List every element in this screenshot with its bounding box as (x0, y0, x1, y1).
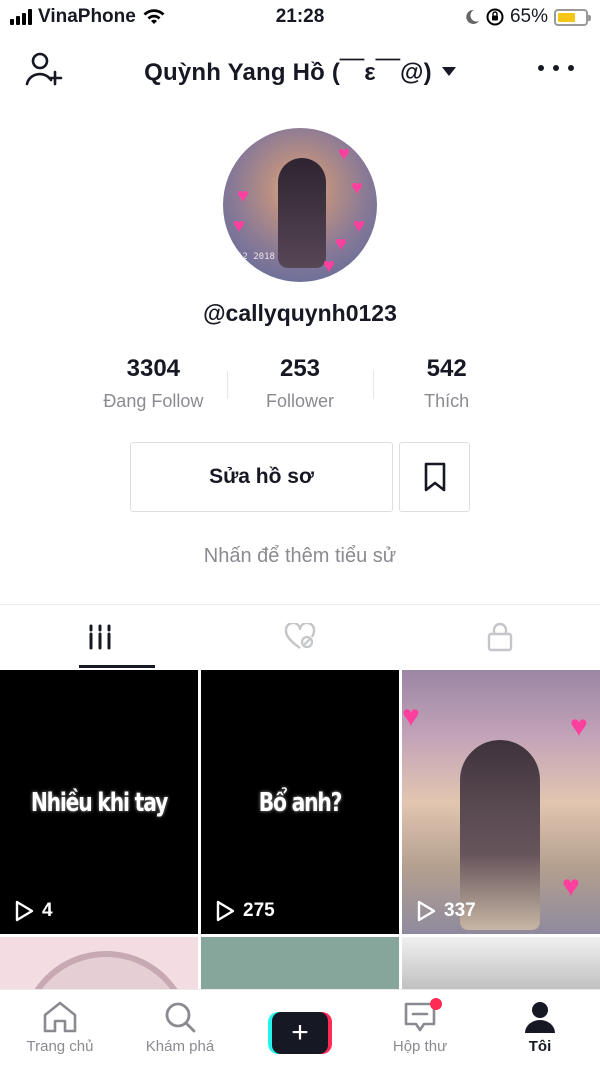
heart-sticker-icon: ♥ (237, 185, 249, 207)
bio-placeholder[interactable]: Nhấn để thêm tiểu sử (0, 545, 600, 568)
heart-sticker-icon: ♥ (353, 215, 365, 237)
stat-value: 253 (279, 355, 321, 382)
nav-label: Khám phá (145, 1038, 215, 1055)
tab-liked[interactable] (200, 605, 400, 668)
play-icon (417, 900, 436, 922)
video-thumbnail[interactable] (402, 937, 600, 993)
play-icon (216, 900, 235, 922)
video-caption: Bổ anh? (258, 788, 343, 818)
stat-label: Đang Follow (103, 391, 204, 411)
heart-sticker-icon: ♥ (570, 710, 588, 743)
avatar[interactable]: ♥ ♥ ♥ ♥ ♥ ♥ ♥ 12 2018 (223, 128, 377, 282)
favorites-button[interactable] (399, 442, 470, 512)
more-icon-dot (568, 65, 574, 71)
heart-sticker-icon: ♥ (351, 177, 363, 199)
avatar-figure (278, 158, 326, 268)
view-count: 337 (416, 900, 476, 922)
stat-value: 3304 (126, 355, 181, 382)
edit-profile-button[interactable]: Sửa hồ sơ (130, 442, 393, 512)
video-thumbnail[interactable]: Nhiều khi tay 4 (0, 670, 198, 934)
create-button[interactable]: + (268, 1012, 332, 1054)
heart-sticker-icon: ♥ (338, 143, 350, 165)
heart-sticker-icon: ♥ (233, 215, 245, 237)
bookmark-icon (424, 462, 445, 492)
nav-label: Hộp thư (392, 1038, 448, 1055)
nav-label: Trang chủ (26, 1038, 94, 1055)
heart-sticker-icon: ♥ (323, 255, 335, 277)
home-icon (43, 1001, 77, 1033)
avatar-date-stamp: 12 2018 (237, 252, 275, 262)
grid-icon (89, 624, 111, 649)
play-icon (15, 900, 34, 922)
stat-following[interactable]: 3304 Đang Follow (80, 355, 227, 412)
profile-header: Quỳnh Yang Hồ (￣ε￣@) (0, 40, 600, 96)
plus-icon: + (272, 1012, 328, 1054)
nav-profile[interactable]: Tôi (480, 990, 600, 1067)
more-options-button[interactable] (538, 54, 574, 82)
battery-fill (558, 12, 575, 22)
stat-followers[interactable]: 253 Follower (226, 355, 374, 412)
chevron-down-icon (441, 66, 456, 76)
video-caption: Nhiều khi tay (30, 788, 168, 818)
view-count: 275 (215, 900, 275, 922)
stat-label: Thích (424, 391, 470, 411)
battery-percent: 65% (509, 6, 548, 27)
page-title: Quỳnh Yang Hồ (￣ε￣@) (144, 59, 432, 86)
search-icon (165, 1002, 196, 1033)
username: @callyquynh0123 (203, 300, 397, 326)
moon-icon (466, 9, 479, 24)
tab-private[interactable] (400, 605, 600, 668)
heart-sticker-icon: ♥ (402, 700, 420, 733)
tab-videos[interactable] (0, 605, 200, 668)
bottom-nav: Trang chủ Khám phá + Hộp thư Tôi (0, 989, 600, 1067)
view-count-value: 337 (444, 900, 476, 921)
heart-sticker-icon: ♥ (335, 233, 347, 255)
nav-create[interactable]: + (240, 990, 360, 1067)
profile-stats: 3304 Đang Follow 253 Follower 542 Thích (80, 355, 520, 412)
video-thumbnail[interactable] (0, 937, 198, 993)
account-switcher[interactable]: Quỳnh Yang Hồ (￣ε￣@) (0, 52, 600, 87)
nav-home[interactable]: Trang chủ (0, 990, 120, 1067)
video-thumbnail[interactable]: ♥ ♥ ♥ 337 (402, 670, 600, 934)
battery-icon (554, 8, 591, 26)
more-icon-dot (538, 65, 544, 71)
lock-icon (487, 622, 513, 651)
stat-likes[interactable]: 542 Thích (373, 355, 520, 412)
view-count: 4 (14, 900, 53, 922)
stat-label: Follower (265, 391, 335, 411)
view-count-value: 275 (243, 900, 275, 921)
status-right: 65% (464, 6, 591, 28)
status-bar: VinaPhone 21:28 65% (0, 0, 600, 34)
stat-value: 542 (426, 355, 467, 382)
video-grid: Nhiều khi tay 4 Bổ anh? 275 ♥ ♥ ♥ 337 (0, 670, 600, 993)
more-icon-dot (553, 65, 559, 71)
nav-label: Tôi (528, 1038, 552, 1055)
orientation-lock-icon (486, 8, 504, 26)
video-thumbnail[interactable] (201, 937, 399, 993)
video-thumbnail[interactable]: Bổ anh? 275 (201, 670, 399, 934)
content-tabs (0, 604, 600, 668)
liked-hidden-icon (284, 622, 316, 649)
nav-discover[interactable]: Khám phá (120, 990, 240, 1067)
heart-sticker-icon: ♥ (562, 870, 580, 903)
profile-icon (525, 1002, 555, 1033)
view-count-value: 4 (42, 900, 53, 921)
nav-inbox[interactable]: Hộp thư (360, 990, 480, 1067)
notification-dot (430, 998, 442, 1010)
